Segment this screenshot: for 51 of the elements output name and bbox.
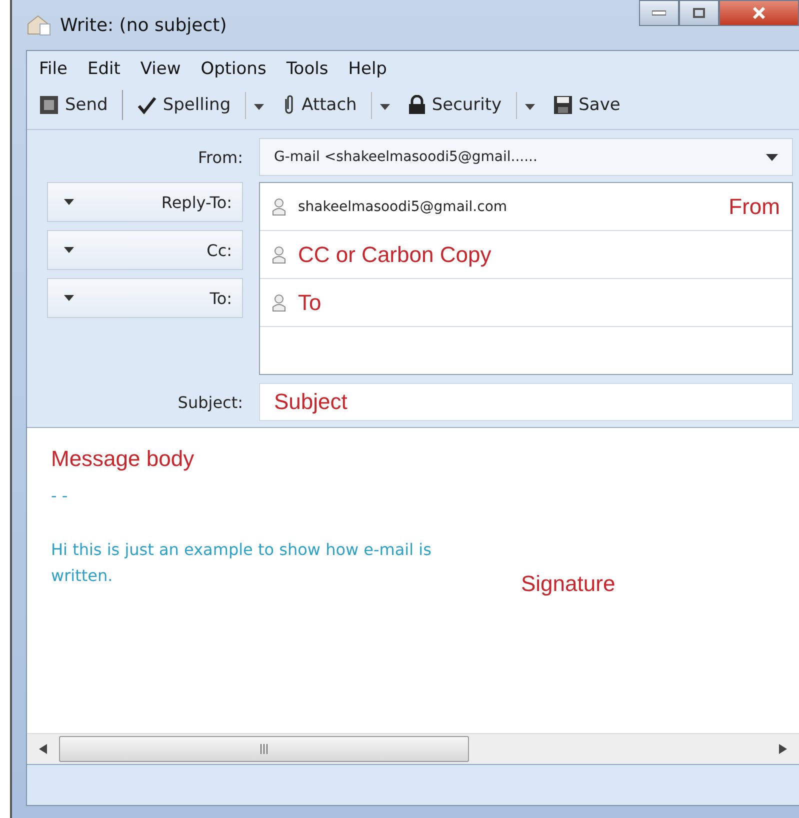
close-button[interactable] (719, 0, 799, 26)
subject-field[interactable]: Subject (259, 383, 793, 421)
send-icon (39, 95, 59, 115)
recipient-field[interactable]: To (298, 290, 322, 316)
caret-icon (766, 154, 778, 160)
minimize-button[interactable] (639, 0, 679, 26)
caret-icon (254, 104, 264, 110)
toolbar-button[interactable]: Attach (278, 95, 365, 115)
maximize-icon (693, 8, 705, 18)
signature-text: Hi this is just an example to show how e-mail is written. (51, 539, 432, 587)
toolbar-button[interactable]: Spelling (132, 95, 239, 115)
grip-icon (259, 744, 269, 754)
scroll-left-icon[interactable] (39, 744, 47, 754)
annotation-label: Signature (521, 571, 616, 597)
caret-icon (64, 295, 74, 301)
menu-item[interactable]: Tools (286, 59, 328, 79)
subject-label: Subject: (176, 392, 243, 412)
scroll-right-icon[interactable] (779, 744, 787, 754)
menu-item[interactable]: Help (348, 59, 387, 79)
window-title: Write: (no subject) (60, 14, 227, 36)
person-icon (272, 246, 286, 264)
recipient-type-button[interactable]: Reply-To: (47, 182, 243, 222)
maximize-button[interactable] (679, 0, 719, 26)
lock-icon (408, 95, 426, 115)
caret-icon (64, 199, 74, 205)
app-icon (26, 14, 52, 36)
person-icon (272, 198, 286, 216)
menu-item[interactable]: View (140, 59, 181, 79)
menu-item[interactable]: File (39, 59, 68, 79)
caret-icon (524, 104, 535, 110)
checkmark-icon (136, 95, 157, 115)
minimize-icon (652, 10, 666, 16)
recipient-type-button[interactable]: Cc: (47, 230, 243, 270)
annotation-label: Message body (51, 446, 196, 472)
caret-icon (380, 104, 390, 110)
annotation-label: From (728, 194, 780, 220)
recipient-field[interactable]: CC or Carbon Copy (298, 242, 492, 268)
horizontal-scrollbar[interactable] (27, 733, 799, 764)
signature-separator: - - (51, 486, 69, 505)
toolbar-button[interactable]: Save (548, 95, 624, 115)
recipient-type-button[interactable]: To: (47, 278, 243, 318)
close-icon (752, 7, 766, 19)
caret-icon (64, 247, 74, 253)
from-label: From: (196, 148, 243, 166)
from-dropdown[interactable]: G-mail <shakeelmasoodi5@gmail...... (259, 138, 793, 176)
menu-item[interactable]: Options (200, 59, 266, 79)
toolbar-button[interactable]: Security (404, 95, 510, 115)
person-icon (272, 294, 286, 312)
menu-item[interactable]: Edit (87, 59, 120, 79)
recipient-field[interactable]: shakeelmasoodi5@gmail.com (298, 198, 717, 214)
toolbar-button[interactable]: Send (35, 95, 112, 115)
